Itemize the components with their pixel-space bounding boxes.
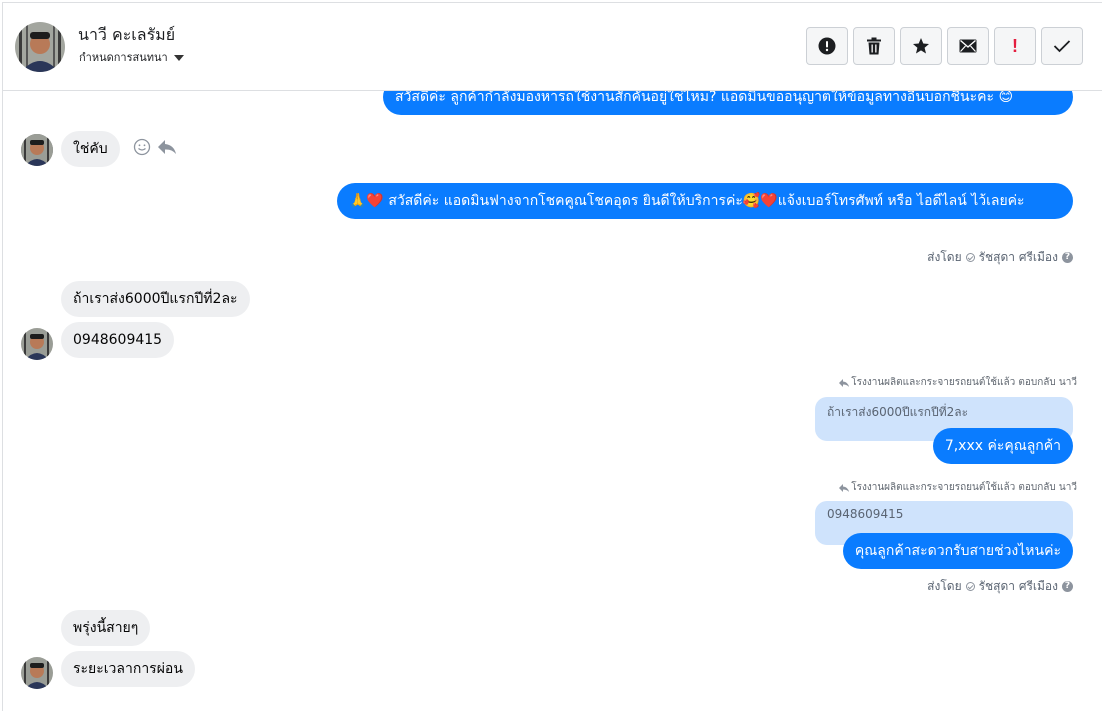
exclamation-icon: ! [1012, 35, 1018, 56]
mark-spam-button[interactable] [806, 27, 848, 65]
sent-by-info: ส่งโดย รัชสุดา ศรีเมือง ? [927, 248, 1073, 267]
reply-note: โรงงานผลิตและกระจายรถยนต์ใช้แล้ว ตอบกลับ… [839, 375, 1077, 390]
sent-by-prefix: ส่งโดย [927, 250, 962, 264]
help-icon[interactable]: ? [1062, 252, 1073, 263]
mark-unread-button[interactable] [947, 27, 989, 65]
trash-icon [867, 37, 881, 55]
delete-button[interactable] [853, 27, 895, 65]
incoming-message: พรุ่งนี้สายๆ [61, 610, 151, 646]
envelope-icon [959, 39, 977, 53]
sent-by-name[interactable]: รัชสุดา ศรีเมือง [979, 577, 1058, 596]
reply-arrow-icon [839, 378, 850, 387]
conversation-panel: สวัสดีค่ะ ลูกค้ากำลังมองหารถใช้งานสักคัน… [2, 2, 1102, 711]
assign-conversation-dropdown[interactable]: กำหนดการสนทนา [79, 48, 184, 66]
sent-by-info: ส่งโดย รัชสุดา ศรีเมือง ? [927, 577, 1073, 596]
contact-avatar[interactable] [15, 22, 65, 72]
reply-note: โรงงานผลิตและกระจายรถยนต์ใช้แล้ว ตอบกลับ… [839, 480, 1077, 495]
outgoing-message: 7,xxx ค่ะคุณลูกค้า [932, 428, 1073, 464]
help-icon[interactable]: ? [1062, 581, 1073, 592]
sent-by-prefix: ส่งโดย [927, 579, 962, 593]
incoming-message: 0948609415 [61, 322, 175, 358]
star-icon [913, 38, 929, 54]
conversation-header: นาวี คะเลรัมย์ กำหนดการสนทนา ! [3, 3, 1102, 91]
alert-circle-icon [818, 37, 836, 55]
sent-check-icon [965, 582, 975, 591]
message-actions [133, 138, 177, 156]
incoming-message: ใช่คับ [61, 131, 120, 167]
assign-label: กำหนดการสนทนา [79, 51, 168, 64]
star-button[interactable] [900, 27, 942, 65]
reply-icon[interactable] [157, 138, 177, 156]
header-toolbar: ! [806, 27, 1083, 65]
mark-done-button[interactable] [1041, 27, 1083, 65]
sent-check-icon [965, 253, 975, 262]
sent-by-name[interactable]: รัชสุดา ศรีเมือง [979, 248, 1058, 267]
follow-up-button[interactable]: ! [994, 27, 1036, 65]
incoming-message: ถ้าเราส่ง6000ปีแรกปีที่2ละ [61, 281, 250, 317]
avatar [21, 134, 53, 166]
outgoing-message: คุณลูกค้าสะดวกรับสายช่วงไหนค่ะ [842, 533, 1073, 569]
caret-down-icon [173, 54, 184, 61]
emoji-reaction-icon[interactable] [133, 138, 151, 156]
avatar [21, 328, 53, 360]
avatar [21, 657, 53, 689]
incoming-message: ระยะเวลาการผ่อน [61, 651, 195, 687]
checkmark-icon [1053, 40, 1071, 53]
outgoing-message: 🙏❤️ สวัสดีค่ะ แอดมินฟางจากโชคคูณโชคอุดร … [337, 183, 1073, 219]
message-thread: สวัสดีค่ะ ลูกค้ากำลังมองหารถใช้งานสักคัน… [3, 3, 1102, 711]
reply-arrow-icon [839, 483, 850, 492]
contact-name[interactable]: นาวี คะเลรัมย์ [78, 23, 175, 48]
